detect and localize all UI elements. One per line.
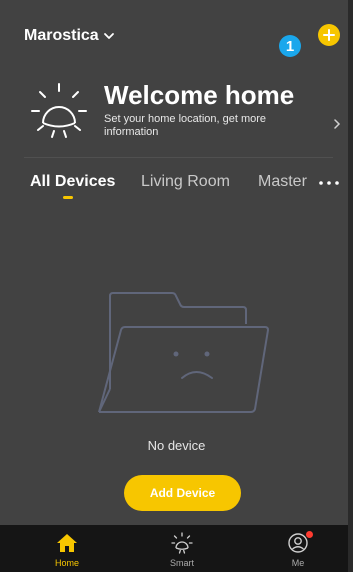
add-button[interactable] (318, 24, 340, 46)
top-bar: Marostica 1 (0, 0, 353, 64)
nav-home[interactable]: Home (27, 525, 107, 572)
bottom-navigation: Home Smart Me (0, 525, 353, 572)
nav-me[interactable]: Me (258, 525, 338, 572)
more-icon[interactable] (318, 180, 340, 186)
tab-master[interactable]: Master (258, 173, 307, 191)
notification-dot (306, 531, 313, 538)
nav-smart[interactable]: Smart (142, 525, 222, 572)
tab-all-devices[interactable]: All Devices (30, 173, 115, 191)
welcome-title: Welcome home (104, 80, 295, 110)
home-icon (57, 534, 77, 552)
nav-me-label: Me (291, 558, 305, 568)
notification-count: 1 (285, 37, 295, 55)
welcome-subtitle: Set your home location, get more informa… (104, 113, 267, 138)
scroll-edge (348, 0, 353, 572)
divider (24, 157, 333, 158)
room-tabs: All Devices Living Room Master (0, 168, 353, 208)
chevron-right-icon (334, 119, 341, 129)
nav-home-label: Home (54, 558, 79, 568)
empty-state-message: No device (147, 438, 206, 453)
welcome-card[interactable]: Welcome home Set your home location, get… (0, 78, 353, 158)
notification-badge[interactable]: 1 (279, 35, 301, 57)
empty-folder-icon (98, 292, 270, 413)
nav-smart-label: Smart (169, 558, 194, 568)
chevron-down-icon (103, 33, 114, 39)
home-name: Marostica (24, 27, 99, 44)
tab-living-room[interactable]: Living Room (141, 173, 230, 191)
active-tab-indicator (63, 196, 73, 199)
sun-icon (171, 532, 193, 554)
add-device-button[interactable]: Add Device (124, 475, 241, 511)
app-screen: Marostica 1 Welcome home Set your home l… (0, 0, 353, 572)
sun-icon (31, 83, 87, 138)
home-selector[interactable]: Marostica (24, 27, 115, 45)
plus-icon (323, 29, 335, 41)
